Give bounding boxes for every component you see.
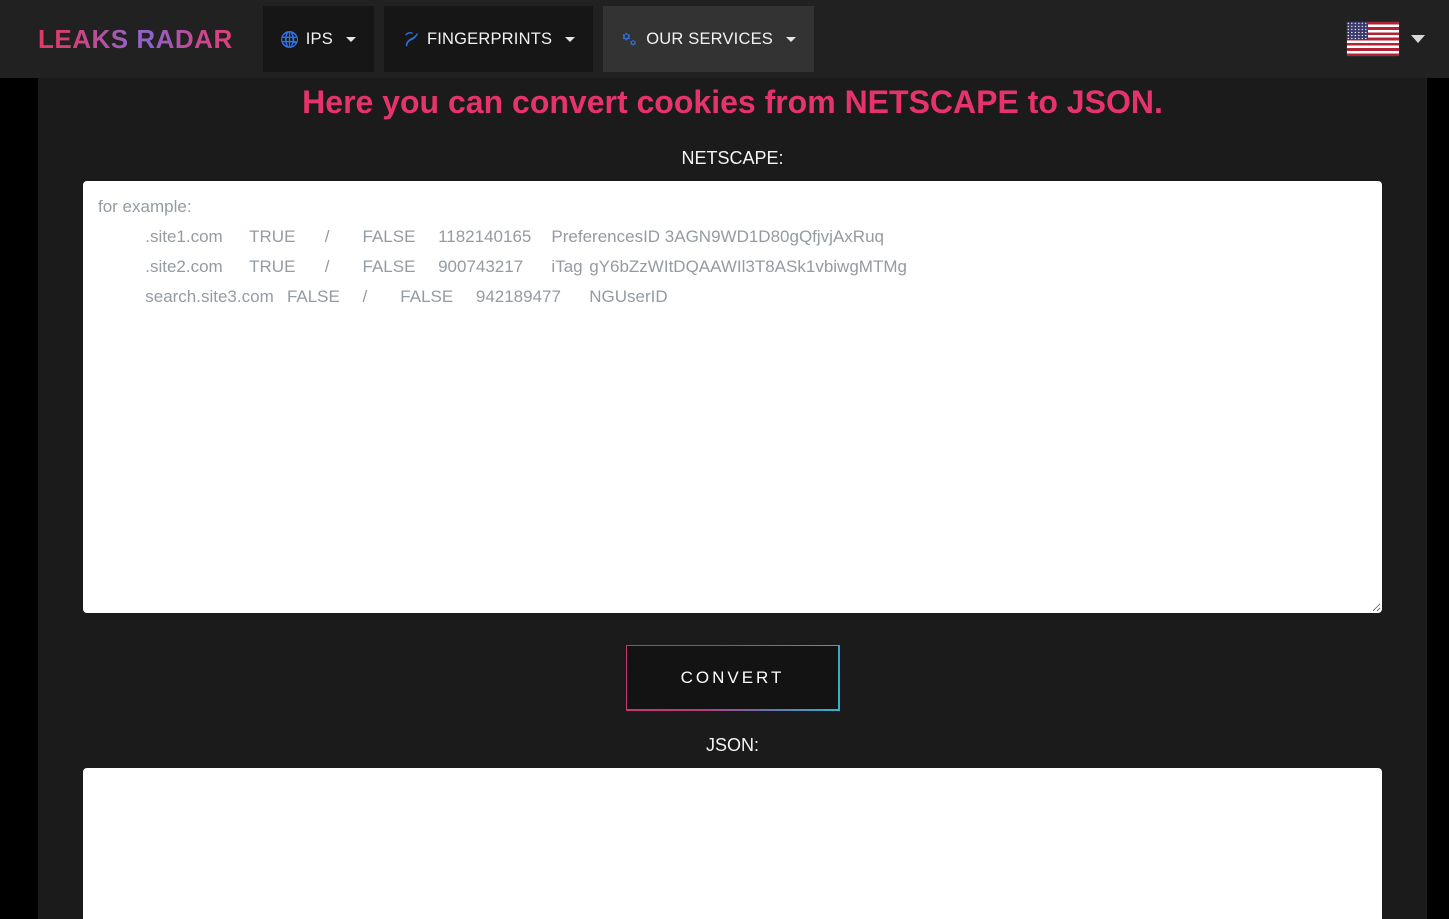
nav-menu: IPS FINGERPRINTS OUR SERVICES (262, 6, 824, 72)
chevron-down-icon (785, 36, 796, 42)
netscape-input-wrap (38, 180, 1427, 613)
json-output-wrap (38, 767, 1427, 919)
cogs-icon (621, 31, 638, 48)
nav-item-ips[interactable]: IPS (262, 6, 374, 72)
page-title: Here you can convert cookies from NETSCA… (302, 84, 1163, 120)
convert-button[interactable]: CONVERT (625, 644, 840, 711)
netscape-input[interactable] (83, 180, 1382, 613)
nav-item-label: OUR SERVICES (646, 29, 773, 48)
fingerprint-icon (402, 31, 419, 48)
us-flag-icon (1347, 22, 1399, 56)
nav-item-label: FINGERPRINTS (426, 29, 553, 48)
chevron-down-icon (1411, 35, 1425, 43)
convert-button-label: CONVERT (680, 667, 785, 687)
language-selector[interactable] (1347, 22, 1437, 56)
main-content: Here you can convert cookies from NETSCA… (38, 78, 1427, 919)
globe-icon (280, 30, 298, 48)
nav-item-our-services[interactable]: OUR SERVICES (603, 6, 814, 72)
top-navbar: LEAKS RADAR IPS FINGERPRINTS OUR SERVICE… (0, 0, 1449, 78)
netscape-input-label: NETSCAPE: (681, 147, 784, 168)
page-root: LEAKS RADAR IPS FINGERPRINTS OUR SERVICE… (0, 0, 1449, 919)
chevron-down-icon (345, 36, 356, 42)
brand-logo[interactable]: LEAKS RADAR (38, 24, 233, 55)
json-output[interactable] (83, 767, 1382, 919)
json-output-label: JSON: (705, 734, 759, 755)
chevron-down-icon (565, 36, 576, 42)
nav-item-label: IPS (305, 29, 333, 48)
nav-item-fingerprints[interactable]: FINGERPRINTS (383, 6, 594, 72)
convert-row: CONVERT (38, 644, 1427, 711)
